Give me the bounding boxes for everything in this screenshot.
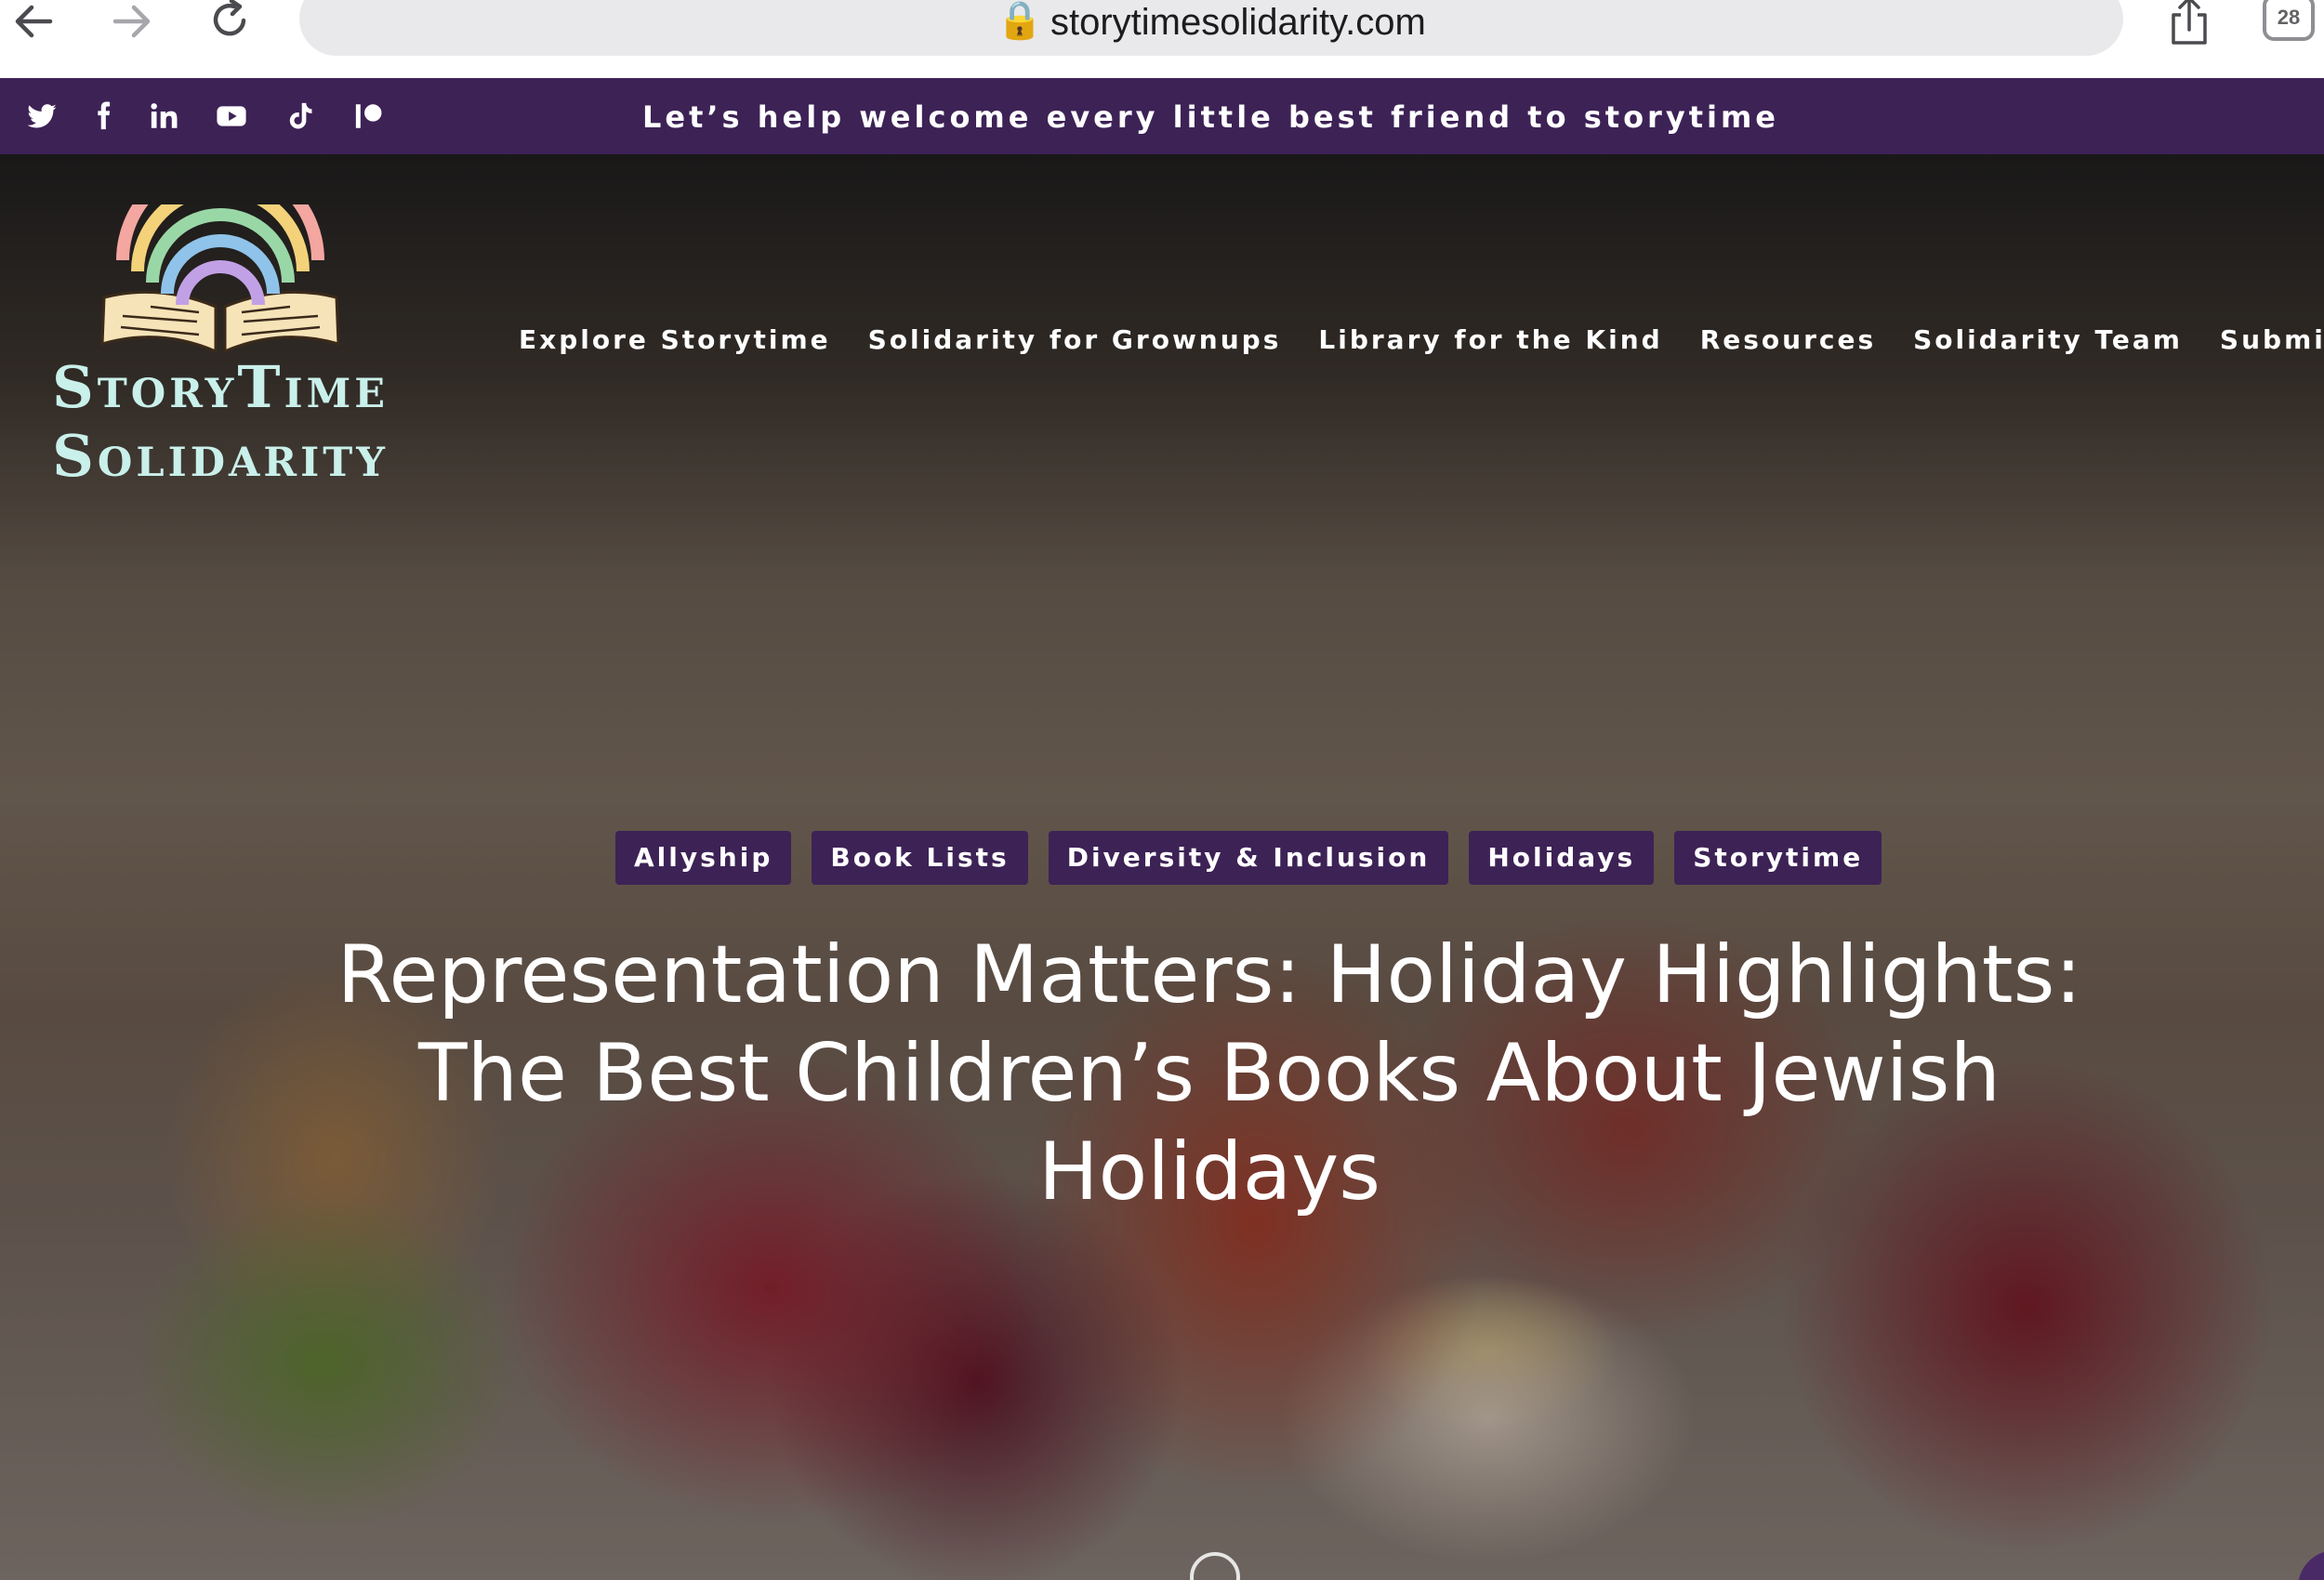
tag-holidays[interactable]: Holidays bbox=[1469, 831, 1655, 885]
back-arrow-icon[interactable] bbox=[4, 0, 63, 43]
logo-wordmark: StoryTime Solidarity bbox=[20, 353, 420, 491]
nav-item-solidarity-for-grownups[interactable]: Solidarity for Grownups bbox=[868, 322, 1282, 359]
nav-item-submissions[interactable]: Submissions bbox=[2220, 322, 2324, 359]
post-category-tags: Allyship Book Lists Diversity & Inclusio… bbox=[615, 831, 1882, 885]
nav-item-solidarity-team[interactable]: Solidarity Team bbox=[1913, 322, 2183, 359]
reload-icon[interactable] bbox=[201, 0, 260, 43]
lock-icon: 🔒 bbox=[997, 0, 1043, 41]
tag-diversity-inclusion[interactable]: Diversity & Inclusion bbox=[1048, 831, 1449, 885]
forward-arrow-icon[interactable] bbox=[102, 0, 162, 43]
share-icon[interactable] bbox=[2166, 0, 2212, 46]
logo-line-2: Solidarity bbox=[52, 422, 389, 490]
logo-line-1: StoryTime bbox=[52, 353, 389, 421]
site-logo[interactable]: StoryTime Solidarity bbox=[20, 204, 420, 502]
address-bar[interactable]: 🔒 storytimesolidarity.com bbox=[299, 0, 2123, 56]
nav-item-resources[interactable]: Resources bbox=[1700, 322, 1876, 359]
tagline: Let’s help welcome every little best fri… bbox=[642, 99, 1779, 135]
announcement-bar: Let’s help welcome every little best fri… bbox=[0, 78, 2324, 154]
main-navigation: Explore Storytime Solidarity for Grownup… bbox=[519, 322, 2324, 359]
url-value: storytimesolidarity.com bbox=[1050, 2, 1426, 43]
nav-item-library-for-the-kind[interactable]: Library for the Kind bbox=[1318, 322, 1662, 359]
hero-section: StoryTime Solidarity Explore Storytime S… bbox=[0, 154, 2324, 1580]
tag-storytime[interactable]: Storytime bbox=[1674, 831, 1882, 885]
tag-book-lists[interactable]: Book Lists bbox=[812, 831, 1028, 885]
post-title: Representation Matters: Holiday Highligh… bbox=[337, 928, 2082, 1218]
rainbow-book-icon bbox=[100, 204, 340, 353]
tabs-icon[interactable]: 28 bbox=[2263, 0, 2315, 41]
tag-allyship[interactable]: Allyship bbox=[615, 831, 792, 885]
browser-toolbar: 🔒 storytimesolidarity.com 28 bbox=[0, 0, 2324, 78]
url-text: 🔒 storytimesolidarity.com bbox=[299, 2, 2123, 41]
nav-item-explore-storytime[interactable]: Explore Storytime bbox=[519, 322, 831, 359]
